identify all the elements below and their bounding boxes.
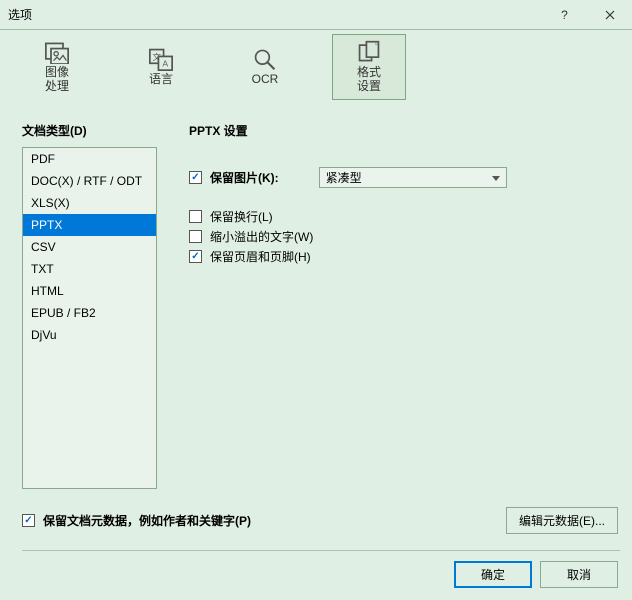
doc-type-item[interactable]: DOC(X) / RTF / ODT xyxy=(23,170,156,192)
tab-label: 格式 设置 xyxy=(357,66,381,94)
doc-type-list[interactable]: PDF DOC(X) / RTF / ODT XLS(X) PPTX CSV T… xyxy=(22,147,157,489)
shrink-overflow-checkbox[interactable] xyxy=(189,230,202,243)
combo-value: 紧凑型 xyxy=(326,169,362,186)
option-label: 保留换行(L) xyxy=(210,208,273,225)
tab-image-processing[interactable]: 图像 处理 xyxy=(20,34,94,100)
language-icon: 文A xyxy=(147,47,175,71)
option-row: 保留页眉和页脚(H) xyxy=(189,248,612,265)
ok-button[interactable]: 确定 xyxy=(454,561,532,588)
footer: 保留文档元数据，例如作者和关键字(P) 编辑元数据(E)... 确定 取消 xyxy=(0,507,632,600)
settings-title: PPTX 设置 xyxy=(189,122,612,139)
doc-type-item[interactable]: DjVu xyxy=(23,324,156,346)
doc-type-item[interactable]: PDF xyxy=(23,148,156,170)
doc-type-column: 文档类型(D) PDF DOC(X) / RTF / ODT XLS(X) PP… xyxy=(22,122,157,520)
options-list: 保留换行(L) 缩小溢出的文字(W) 保留页眉和页脚(H) xyxy=(189,208,612,265)
image-icon xyxy=(43,40,71,64)
format-icon xyxy=(355,40,383,64)
keep-pictures-row: 保留图片(K): 紧凑型 xyxy=(189,167,612,188)
settings-column: PPTX 设置 保留图片(K): 紧凑型 保留换行(L) 缩小溢出的文字(W) … xyxy=(157,122,612,520)
tab-label: 图像 处理 xyxy=(45,66,69,94)
picture-mode-combo[interactable]: 紧凑型 xyxy=(319,167,507,188)
tab-ocr[interactable]: OCR xyxy=(228,34,302,100)
help-button[interactable]: ? xyxy=(542,0,587,30)
doc-type-item[interactable]: PPTX xyxy=(23,214,156,236)
keep-linebreaks-checkbox[interactable] xyxy=(189,210,202,223)
keep-metadata-checkbox[interactable] xyxy=(22,514,35,527)
doc-type-title: 文档类型(D) xyxy=(22,122,157,139)
magnifier-icon xyxy=(251,47,279,71)
footer-top: 保留文档元数据，例如作者和关键字(P) 编辑元数据(E)... xyxy=(22,507,620,550)
keep-pictures-label: 保留图片(K): xyxy=(210,169,279,186)
doc-type-item[interactable]: EPUB / FB2 xyxy=(23,302,156,324)
window-title: 选项 xyxy=(8,6,542,23)
doc-type-item[interactable]: CSV xyxy=(23,236,156,258)
close-button[interactable] xyxy=(587,0,632,30)
cancel-button[interactable]: 取消 xyxy=(540,561,618,588)
tab-label: OCR xyxy=(252,73,279,87)
keep-metadata-row: 保留文档元数据，例如作者和关键字(P) xyxy=(22,512,251,529)
keep-metadata-label: 保留文档元数据，例如作者和关键字(P) xyxy=(43,512,251,529)
dialog-buttons: 确定 取消 xyxy=(22,550,620,588)
option-label: 保留页眉和页脚(H) xyxy=(210,248,311,265)
doc-type-item[interactable]: HTML xyxy=(23,280,156,302)
option-row: 保留换行(L) xyxy=(189,208,612,225)
tab-language[interactable]: 文A 语言 xyxy=(124,34,198,100)
keep-pictures-checkbox[interactable] xyxy=(189,171,202,184)
titlebar: 选项 ? xyxy=(0,0,632,30)
keep-header-footer-checkbox[interactable] xyxy=(189,250,202,263)
main-pane: 文档类型(D) PDF DOC(X) / RTF / ODT XLS(X) PP… xyxy=(0,100,632,520)
category-toolbar: 图像 处理 文A 语言 OCR 格式 设置 xyxy=(0,30,632,100)
edit-metadata-button[interactable]: 编辑元数据(E)... xyxy=(506,507,618,534)
doc-type-item[interactable]: XLS(X) xyxy=(23,192,156,214)
tab-format-settings[interactable]: 格式 设置 xyxy=(332,34,406,100)
svg-text:A: A xyxy=(162,58,168,68)
doc-type-item[interactable]: TXT xyxy=(23,258,156,280)
tab-label: 语言 xyxy=(149,73,173,87)
option-row: 缩小溢出的文字(W) xyxy=(189,228,612,245)
option-label: 缩小溢出的文字(W) xyxy=(210,228,313,245)
